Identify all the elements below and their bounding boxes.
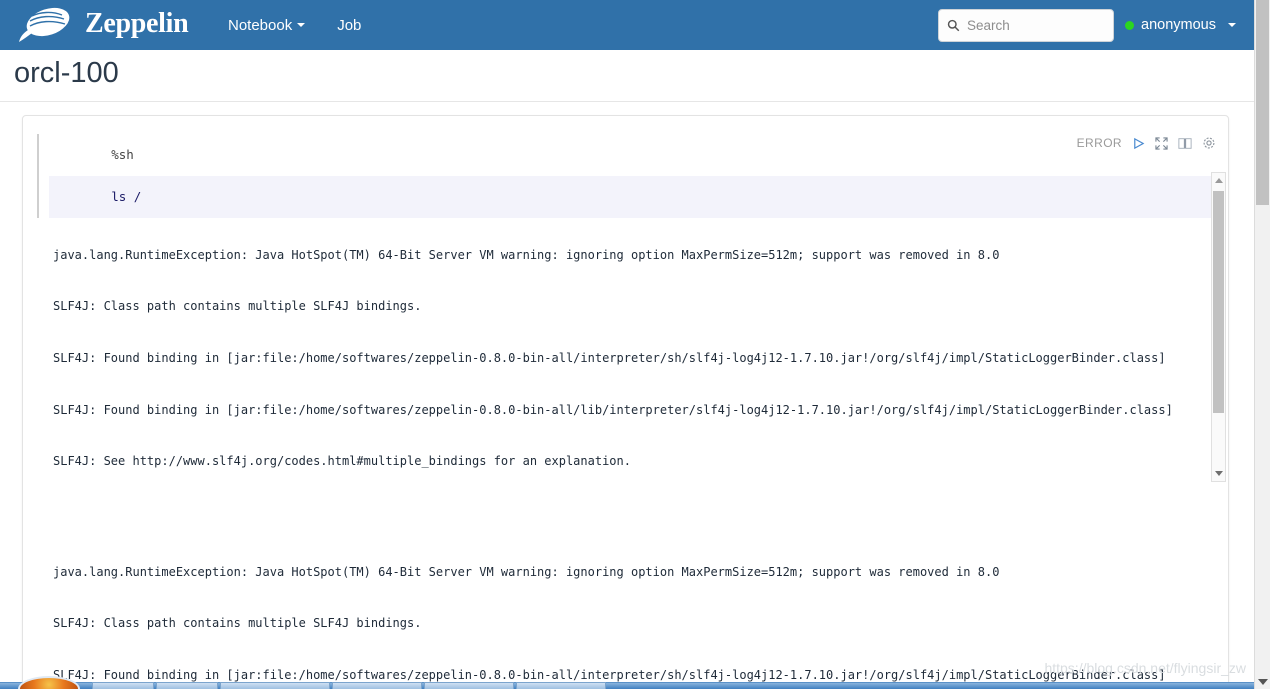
output-line: SLF4J: Found binding in [jar:file:/home/… <box>53 351 1166 365</box>
output-scrollbar-thumb[interactable] <box>1213 191 1224 413</box>
scroll-down-arrow-icon[interactable] <box>1215 471 1223 476</box>
nav-item-job-label: Job <box>337 16 362 34</box>
search-input[interactable] <box>965 17 1105 34</box>
output-line: SLF4J: See http://www.slf4j.org/codes.ht… <box>53 454 631 469</box>
search-icon <box>947 19 960 32</box>
output-line: SLF4J: Class path contains multiple SLF4… <box>53 616 422 631</box>
taskbar-item[interactable] <box>220 682 330 689</box>
book-icon <box>1178 137 1192 149</box>
run-paragraph-button[interactable] <box>1132 137 1145 150</box>
code-line-interpreter[interactable]: %sh <box>49 134 1214 176</box>
paragraph-card: %sh ls / ERROR java.lang.RuntimeExceptio… <box>22 115 1229 687</box>
taskbar-item[interactable] <box>424 682 514 689</box>
gear-icon <box>1203 137 1215 149</box>
notebook-toolbar: orcl-100 <box>0 50 1254 142</box>
nav-item-notebook[interactable]: Notebook <box>212 0 321 50</box>
chevron-down-icon <box>297 23 306 27</box>
output-line: SLF4J: Found binding in [jar:file:/home/… <box>53 402 1173 417</box>
output-line: java.lang.RuntimeException: Java HotSpot… <box>53 564 1000 579</box>
taskbar-item[interactable] <box>156 682 218 689</box>
user-menu[interactable]: anonymous <box>1119 0 1242 50</box>
chevron-down-icon <box>1228 23 1236 27</box>
zeppelin-logo-icon <box>19 7 70 42</box>
paragraph-output-top: java.lang.RuntimeException: Java HotSpot… <box>31 208 1220 486</box>
paragraph-output-scroll-region[interactable]: java.lang.RuntimeException: Java HotSpot… <box>31 174 1220 486</box>
paragraph-output-bottom-region: java.lang.RuntimeException: Java HotSpot… <box>31 491 1220 686</box>
scroll-up-arrow-icon[interactable] <box>1215 178 1223 183</box>
paragraph-settings-button[interactable] <box>1202 136 1216 150</box>
nav-links: Notebook Job <box>212 0 377 50</box>
status-online-icon <box>1125 20 1135 30</box>
os-taskbar <box>0 676 1254 689</box>
toggle-editor-button[interactable] <box>1178 137 1192 150</box>
brand[interactable]: Zeppelin <box>18 4 189 44</box>
collapse-icon <box>1155 136 1168 150</box>
scroll-down-arrow-icon[interactable] <box>1258 679 1268 685</box>
output-line: SLF4J: Class path contains multiple SLF4… <box>53 299 422 314</box>
page-scrollbar[interactable] <box>1254 0 1270 689</box>
nav-item-job[interactable]: Job <box>321 0 377 50</box>
zeppelin-notebook-page: Zeppelin Notebook Job anonymous orcl <box>0 0 1270 689</box>
paragraph-controls: ERROR <box>1077 136 1216 150</box>
brand-label: Zeppelin <box>85 8 189 39</box>
play-icon <box>1134 137 1145 149</box>
search-box[interactable] <box>938 9 1114 42</box>
top-navbar: Zeppelin Notebook Job anonymous <box>0 0 1254 50</box>
paragraph-status-badge: ERROR <box>1076 136 1122 150</box>
collapse-paragraph-button[interactable] <box>1155 136 1168 150</box>
paragraph-output-bottom: java.lang.RuntimeException: Java HotSpot… <box>31 525 1220 686</box>
page-scrollbar-thumb[interactable] <box>1256 0 1269 205</box>
taskbar-item[interactable] <box>516 682 606 689</box>
output-line: java.lang.RuntimeException: Java HotSpot… <box>53 247 1000 262</box>
taskbar-item[interactable] <box>332 682 422 689</box>
notebook-title[interactable]: orcl-100 <box>14 57 119 90</box>
taskbar-item[interactable] <box>92 682 154 689</box>
user-name-label: anonymous <box>1141 17 1216 33</box>
interpreter-magic: %sh <box>111 147 134 162</box>
nav-item-notebook-label: Notebook <box>228 16 293 34</box>
output-scrollbar[interactable] <box>1211 172 1226 482</box>
